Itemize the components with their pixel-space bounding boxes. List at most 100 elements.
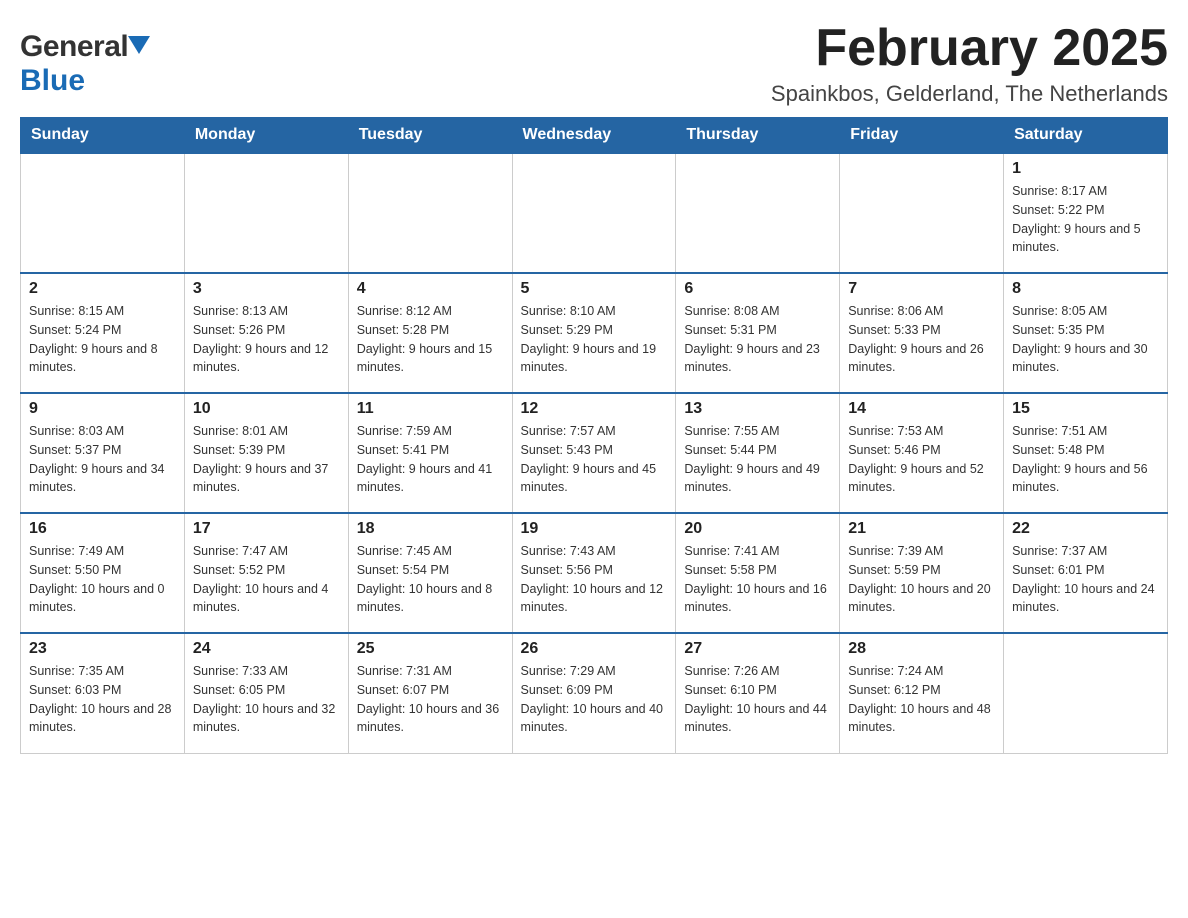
day-info: Sunrise: 7:49 AM Sunset: 5:50 PM Dayligh…: [29, 542, 176, 617]
calendar-cell: [512, 153, 676, 273]
day-number: 24: [193, 640, 340, 658]
day-number: 15: [1012, 400, 1159, 418]
day-number: 7: [848, 280, 995, 298]
calendar-cell: 4Sunrise: 8:12 AM Sunset: 5:28 PM Daylig…: [348, 273, 512, 393]
day-number: 25: [357, 640, 504, 658]
calendar-cell: 2 Sunrise: 8:15 AM Sunset: 5:24 PM Daylig…: [21, 273, 185, 393]
calendar-week-row: 23 Sunrise: 7:35 AM Sunset: 6:03 PM Dayli…: [21, 633, 1168, 753]
day-info: Sunrise: 7:45 AM Sunset: 5:54 PM Dayligh…: [357, 542, 504, 617]
calendar-cell: 16 Sunrise: 7:49 AM Sunset: 5:50 PM Dayli…: [21, 513, 185, 633]
logo-blue-text: Blue: [20, 64, 85, 97]
day-info: Sunrise: 8:17 AM Sunset: 5:22 PM Dayligh…: [1012, 182, 1159, 257]
day-number: 10: [193, 400, 340, 418]
day-number: 23: [29, 640, 176, 658]
day-info: Sunrise: 7:26 AM Sunset: 6:10 PM Dayligh…: [684, 662, 831, 737]
day-info: Sunrise: 7:31 AM Sunset: 6:07 PM Dayligh…: [357, 662, 504, 737]
calendar-cell: 3Sunrise: 8:13 AM Sunset: 5:26 PM Daylig…: [184, 273, 348, 393]
day-number: 6: [684, 280, 831, 298]
calendar-cell: 18Sunrise: 7:45 AM Sunset: 5:54 PM Dayli…: [348, 513, 512, 633]
calendar-cell: 6 Sunrise: 8:08 AM Sunset: 5:31 PM Daylig…: [676, 273, 840, 393]
day-info: Sunrise: 8:05 AM Sunset: 5:35 PM Dayligh…: [1012, 302, 1159, 377]
day-info: Sunrise: 8:01 AM Sunset: 5:39 PM Dayligh…: [193, 422, 340, 497]
location-title: Spainkbos, Gelderland, The Netherlands: [771, 81, 1168, 107]
day-info: Sunrise: 7:39 AM Sunset: 5:59 PM Dayligh…: [848, 542, 995, 617]
calendar-header-monday: Monday: [184, 118, 348, 154]
day-number: 14: [848, 400, 995, 418]
calendar-header-thursday: Thursday: [676, 118, 840, 154]
day-info: Sunrise: 7:53 AM Sunset: 5:46 PM Dayligh…: [848, 422, 995, 497]
day-info: Sunrise: 7:24 AM Sunset: 6:12 PM Dayligh…: [848, 662, 995, 737]
day-info: Sunrise: 7:37 AM Sunset: 6:01 PM Dayligh…: [1012, 542, 1159, 617]
title-area: February 2025 Spainkbos, Gelderland, The…: [771, 20, 1168, 107]
day-number: 13: [684, 400, 831, 418]
day-number: 11: [357, 400, 504, 418]
calendar-cell: 10 Sunrise: 8:01 AM Sunset: 5:39 PM Dayli…: [184, 393, 348, 513]
calendar-header-saturday: Saturday: [1004, 118, 1168, 154]
day-number: 2: [29, 280, 176, 298]
calendar-cell: 24 Sunrise: 7:33 AM Sunset: 6:05 PM Dayli…: [184, 633, 348, 753]
day-number: 12: [521, 400, 668, 418]
calendar-cell: [21, 153, 185, 273]
calendar-cell: 5 Sunrise: 8:10 AM Sunset: 5:29 PM Daylig…: [512, 273, 676, 393]
calendar-cell: 12 Sunrise: 7:57 AM Sunset: 5:43 PM Dayli…: [512, 393, 676, 513]
day-number: 3: [193, 280, 340, 298]
calendar-cell: 22 Sunrise: 7:37 AM Sunset: 6:01 PM Dayli…: [1004, 513, 1168, 633]
day-number: 16: [29, 520, 176, 538]
day-number: 21: [848, 520, 995, 538]
day-info: Sunrise: 7:29 AM Sunset: 6:09 PM Dayligh…: [521, 662, 668, 737]
calendar-cell: [1004, 633, 1168, 753]
day-number: 27: [684, 640, 831, 658]
calendar-cell: 21 Sunrise: 7:39 AM Sunset: 5:59 PM Dayli…: [840, 513, 1004, 633]
calendar-cell: [840, 153, 1004, 273]
calendar-cell: 27 Sunrise: 7:26 AM Sunset: 6:10 PM Dayli…: [676, 633, 840, 753]
calendar-cell: 15Sunrise: 7:51 AM Sunset: 5:48 PM Dayli…: [1004, 393, 1168, 513]
calendar-cell: 23 Sunrise: 7:35 AM Sunset: 6:03 PM Dayli…: [21, 633, 185, 753]
calendar-cell: 25 Sunrise: 7:31 AM Sunset: 6:07 PM Dayli…: [348, 633, 512, 753]
calendar-header-wednesday: Wednesday: [512, 118, 676, 154]
day-info: Sunrise: 7:47 AM Sunset: 5:52 PM Dayligh…: [193, 542, 340, 617]
calendar-cell: 8 Sunrise: 8:05 AM Sunset: 5:35 PM Daylig…: [1004, 273, 1168, 393]
calendar-cell: 1 Sunrise: 8:17 AM Sunset: 5:22 PM Daylig…: [1004, 153, 1168, 273]
day-number: 1: [1012, 160, 1159, 178]
calendar-cell: 13 Sunrise: 7:55 AM Sunset: 5:44 PM Dayli…: [676, 393, 840, 513]
calendar-cell: 19 Sunrise: 7:43 AM Sunset: 5:56 PM Dayli…: [512, 513, 676, 633]
calendar-week-row: 2 Sunrise: 8:15 AM Sunset: 5:24 PM Daylig…: [21, 273, 1168, 393]
day-info: Sunrise: 7:33 AM Sunset: 6:05 PM Dayligh…: [193, 662, 340, 737]
day-info: Sunrise: 8:03 AM Sunset: 5:37 PM Dayligh…: [29, 422, 176, 497]
day-info: Sunrise: 8:10 AM Sunset: 5:29 PM Dayligh…: [521, 302, 668, 377]
day-number: 8: [1012, 280, 1159, 298]
calendar-cell: [348, 153, 512, 273]
day-info: Sunrise: 8:12 AM Sunset: 5:28 PM Dayligh…: [357, 302, 504, 377]
day-number: 26: [521, 640, 668, 658]
calendar-header-sunday: Sunday: [21, 118, 185, 154]
day-number: 20: [684, 520, 831, 538]
calendar-cell: [184, 153, 348, 273]
calendar-week-row: 16 Sunrise: 7:49 AM Sunset: 5:50 PM Dayli…: [21, 513, 1168, 633]
logo-general-text: General: [20, 30, 128, 64]
day-info: Sunrise: 7:43 AM Sunset: 5:56 PM Dayligh…: [521, 542, 668, 617]
day-info: Sunrise: 8:08 AM Sunset: 5:31 PM Dayligh…: [684, 302, 831, 377]
calendar-header-tuesday: Tuesday: [348, 118, 512, 154]
day-number: 5: [521, 280, 668, 298]
calendar-cell: 11 Sunrise: 7:59 AM Sunset: 5:41 PM Dayli…: [348, 393, 512, 513]
calendar-cell: [676, 153, 840, 273]
day-number: 28: [848, 640, 995, 658]
calendar-cell: 17 Sunrise: 7:47 AM Sunset: 5:52 PM Dayli…: [184, 513, 348, 633]
day-info: Sunrise: 7:59 AM Sunset: 5:41 PM Dayligh…: [357, 422, 504, 497]
day-number: 22: [1012, 520, 1159, 538]
day-number: 19: [521, 520, 668, 538]
calendar-cell: 26 Sunrise: 7:29 AM Sunset: 6:09 PM Dayli…: [512, 633, 676, 753]
day-info: Sunrise: 7:35 AM Sunset: 6:03 PM Dayligh…: [29, 662, 176, 737]
day-info: Sunrise: 7:57 AM Sunset: 5:43 PM Dayligh…: [521, 422, 668, 497]
page-header: General Blue February 2025 Spainkbos, Ge…: [20, 20, 1168, 107]
day-info: Sunrise: 8:15 AM Sunset: 5:24 PM Dayligh…: [29, 302, 176, 377]
day-number: 9: [29, 400, 176, 418]
calendar-table: SundayMondayTuesdayWednesdayThursdayFrid…: [20, 117, 1168, 754]
calendar-header-friday: Friday: [840, 118, 1004, 154]
calendar-cell: 9 Sunrise: 8:03 AM Sunset: 5:37 PM Daylig…: [21, 393, 185, 513]
day-info: Sunrise: 7:41 AM Sunset: 5:58 PM Dayligh…: [684, 542, 831, 617]
day-info: Sunrise: 7:55 AM Sunset: 5:44 PM Dayligh…: [684, 422, 831, 497]
calendar-cell: 28 Sunrise: 7:24 AM Sunset: 6:12 PM Dayli…: [840, 633, 1004, 753]
day-number: 17: [193, 520, 340, 538]
day-info: Sunrise: 8:06 AM Sunset: 5:33 PM Dayligh…: [848, 302, 995, 377]
